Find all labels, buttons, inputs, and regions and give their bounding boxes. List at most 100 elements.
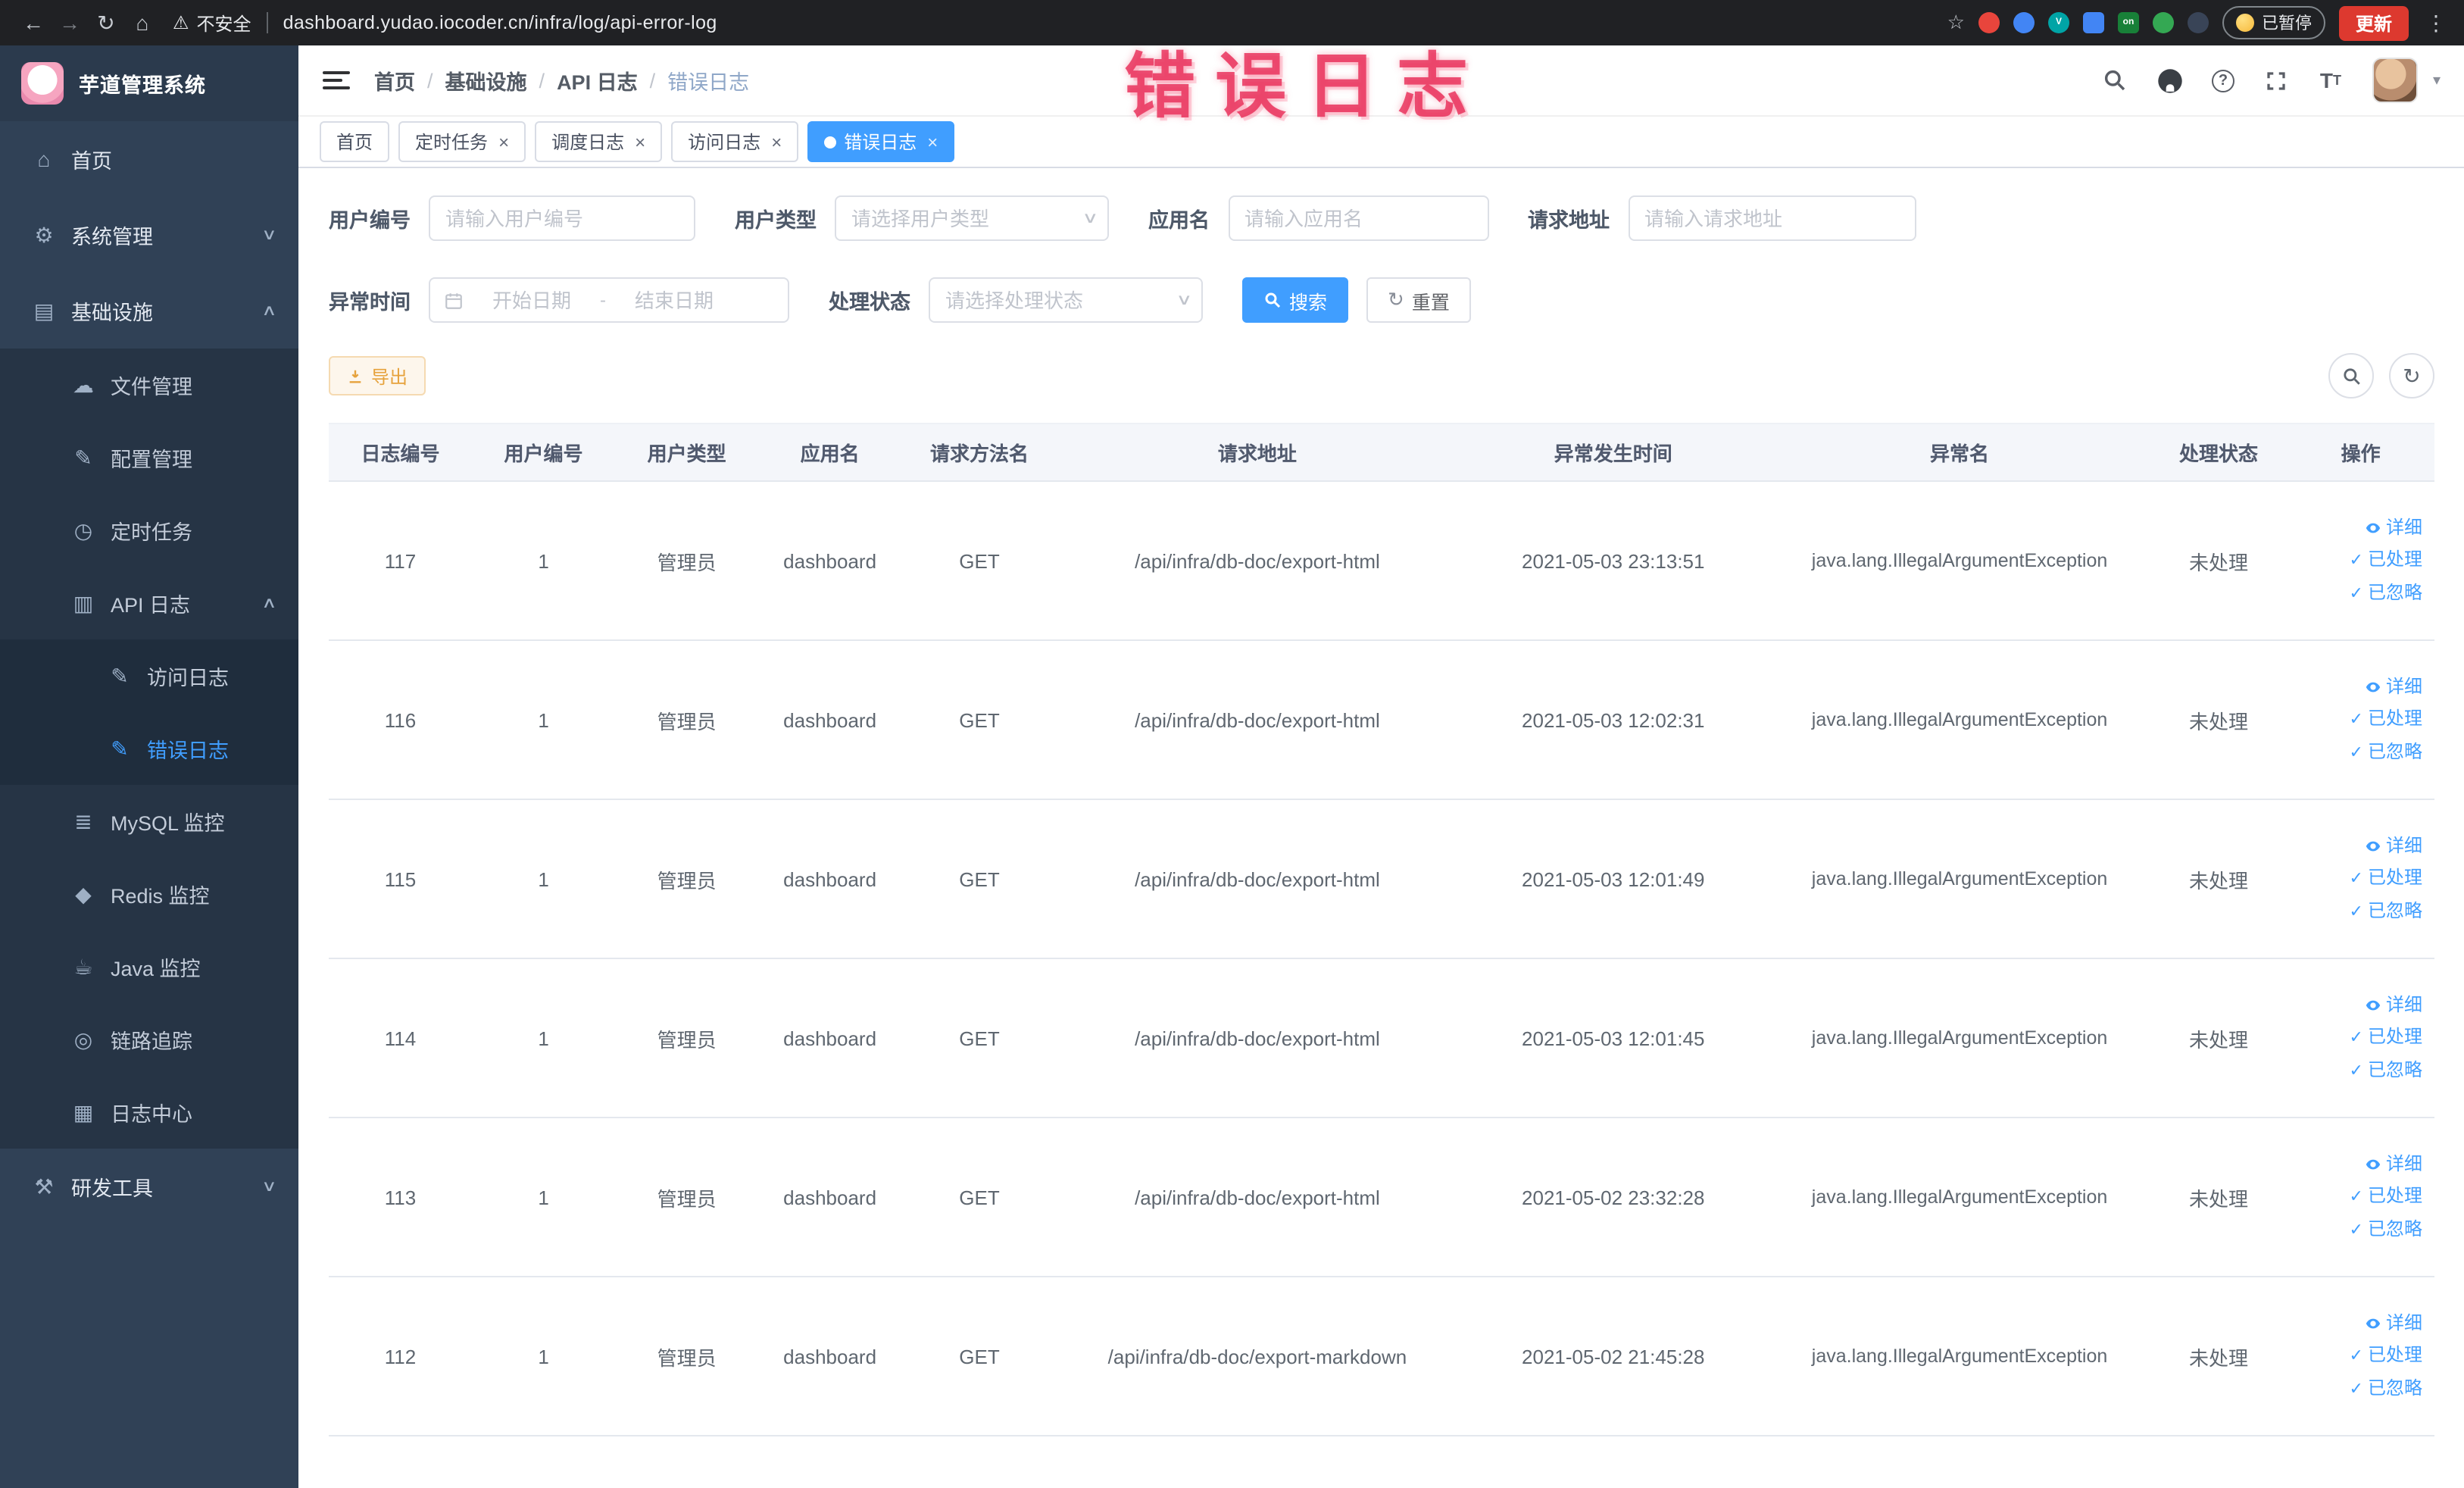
search-button[interactable]: 搜索 [1242,277,1349,323]
cell-actions: 详细 已处理 已忽略 [2287,481,2434,641]
paused-badge[interactable]: 已暂停 [2222,6,2325,39]
close-icon[interactable] [635,133,645,151]
sidebar-item-infrastructure[interactable]: 基础设施 [0,273,298,349]
extension-icon[interactable] [2187,12,2209,33]
app-name-input[interactable] [1228,195,1488,241]
table-row: 117 1 管理员 dashboard GET /api/infra/db-do… [329,481,2434,641]
extension-icon[interactable] [2082,12,2104,33]
sidebar-item-file-management[interactable]: 文件管理 [0,349,298,421]
reset-button[interactable]: 重置 [1366,277,1471,323]
refresh-table-button[interactable]: ↻ [2389,353,2434,399]
collapse-sidebar-icon[interactable] [323,71,350,89]
fullscreen-icon[interactable] [2263,67,2289,93]
ignored-link[interactable]: 已忽略 [2291,895,2422,928]
end-date-input[interactable] [612,289,736,311]
sidebar-item-java-monitor[interactable]: Java 监控 [0,930,298,1003]
sidebar-item-label: 基础设施 [71,302,153,324]
cell-actions: 详细 已处理 已忽略 [2287,799,2434,959]
sidebar-item-mysql-monitor[interactable]: MySQL 监控 [0,785,298,858]
reload-icon[interactable]: ↻ [88,10,124,36]
security-chip[interactable]: ⚠ 不安全 [173,10,251,36]
ignored-link[interactable]: 已忽略 [2291,1213,2422,1246]
sidebar-item-system-management[interactable]: 系统管理 [0,197,298,273]
detail-link[interactable]: 详细 [2291,511,2422,543]
tab-home[interactable]: 首页 [320,121,390,162]
cell-request-url: /api/infra/db-doc/export-html [1057,799,1458,959]
breadcrumb-item[interactable]: 首页 [374,65,415,95]
sidebar-item-redis-monitor[interactable]: Redis 监控 [0,858,298,930]
request-url-input[interactable] [1628,195,1916,241]
toggle-search-button[interactable] [2328,353,2374,399]
processed-link[interactable]: 已处理 [2291,543,2422,577]
back-icon[interactable]: ← [15,11,52,35]
detail-link[interactable]: 详细 [2291,830,2422,861]
sidebar-item-trace[interactable]: 链路追踪 [0,1003,298,1076]
process-status-select[interactable] [929,277,1203,323]
font-size-icon[interactable] [2318,67,2344,93]
processed-link[interactable]: 已处理 [2291,702,2422,736]
extension-icon[interactable] [1978,12,2000,33]
start-date-input[interactable] [470,289,594,311]
sidebar-item-access-log[interactable]: 访问日志 [0,639,298,712]
avatar-caret-down-icon[interactable]: ▾ [2433,72,2441,89]
date-range-picker[interactable]: - [429,277,789,323]
sidebar-item-config-management[interactable]: 配置管理 [0,421,298,494]
chevron-down-icon [261,227,276,243]
user-avatar[interactable] [2372,58,2418,103]
bookmark-star-icon[interactable]: ☆ [1947,11,1965,35]
breadcrumb-separator: / [649,69,656,92]
sidebar-item-dev-tools[interactable]: 研发工具 [0,1149,298,1224]
close-icon[interactable] [771,133,782,151]
sidebar-item-label: 链路追踪 [111,1030,192,1053]
tab-error-log-active[interactable]: 错误日志 [807,121,955,162]
tab-label: 访问日志 [688,132,761,153]
sidebar-item-scheduled-jobs[interactable]: 定时任务 [0,494,298,567]
update-button[interactable]: 更新 [2338,5,2409,40]
ignored-link[interactable]: 已忽略 [2291,736,2422,769]
detail-link[interactable]: 详细 [2291,1148,2422,1180]
app-logo[interactable]: 芋道管理系统 [0,45,298,121]
cell-app-name: dashboard [758,1118,902,1277]
search-icon [2343,367,2359,384]
address-bar-url[interactable]: dashboard.yudao.iocoder.cn/infra/log/api… [283,12,717,33]
breadcrumb-item[interactable]: API 日志 [557,65,638,95]
sidebar-item-error-log[interactable]: 错误日志 [0,712,298,785]
extension-icon[interactable]: V [2047,12,2069,33]
sidebar-item-home[interactable]: 首页 [0,121,298,197]
user-id-input[interactable] [429,195,695,241]
cell-exception-time: 2021-05-02 21:45:28 [1457,1277,1769,1436]
chrome-menu-icon[interactable]: ⋮ [2422,10,2450,36]
ignored-link[interactable]: 已忽略 [2291,577,2422,610]
sidebar-item-log-center[interactable]: 日志中心 [0,1076,298,1149]
help-icon[interactable] [2211,69,2234,92]
breadcrumb-item[interactable]: 基础设施 [445,65,527,95]
vpn-extension-icon[interactable]: on [2117,12,2139,33]
forward-icon[interactable]: → [52,11,88,35]
close-icon[interactable] [927,133,938,151]
processed-link[interactable]: 已处理 [2291,1339,2422,1372]
extension-icon[interactable] [2013,12,2035,33]
col-exception-name: 异常名 [1769,423,2150,482]
processed-link[interactable]: 已处理 [2291,861,2422,895]
detail-link[interactable]: 详细 [2291,671,2422,702]
detail-link[interactable]: 详细 [2291,989,2422,1021]
chevron-up-icon [261,302,276,319]
detail-link[interactable]: 详细 [2291,1307,2422,1339]
cell-status: 未处理 [2150,481,2288,641]
home-icon[interactable]: ⌂ [124,11,161,35]
close-icon[interactable] [498,133,509,151]
sidebar-item-api-log[interactable]: API 日志 [0,567,298,639]
tab-access-log[interactable]: 访问日志 [671,121,799,162]
processed-link[interactable]: 已处理 [2291,1021,2422,1054]
export-button[interactable]: 导出 [329,356,426,395]
extension-icon[interactable] [2152,12,2174,33]
tab-schedule-log[interactable]: 调度日志 [535,121,663,162]
search-icon[interactable] [2103,67,2128,93]
github-icon[interactable] [2157,67,2183,93]
tab-scheduled-jobs[interactable]: 定时任务 [398,121,526,162]
processed-link[interactable]: 已处理 [2291,1180,2422,1213]
ignored-link[interactable]: 已忽略 [2291,1054,2422,1087]
ignored-link[interactable]: 已忽略 [2291,1372,2422,1405]
cell-log-id: 117 [329,481,473,641]
user-type-select[interactable] [835,195,1109,241]
